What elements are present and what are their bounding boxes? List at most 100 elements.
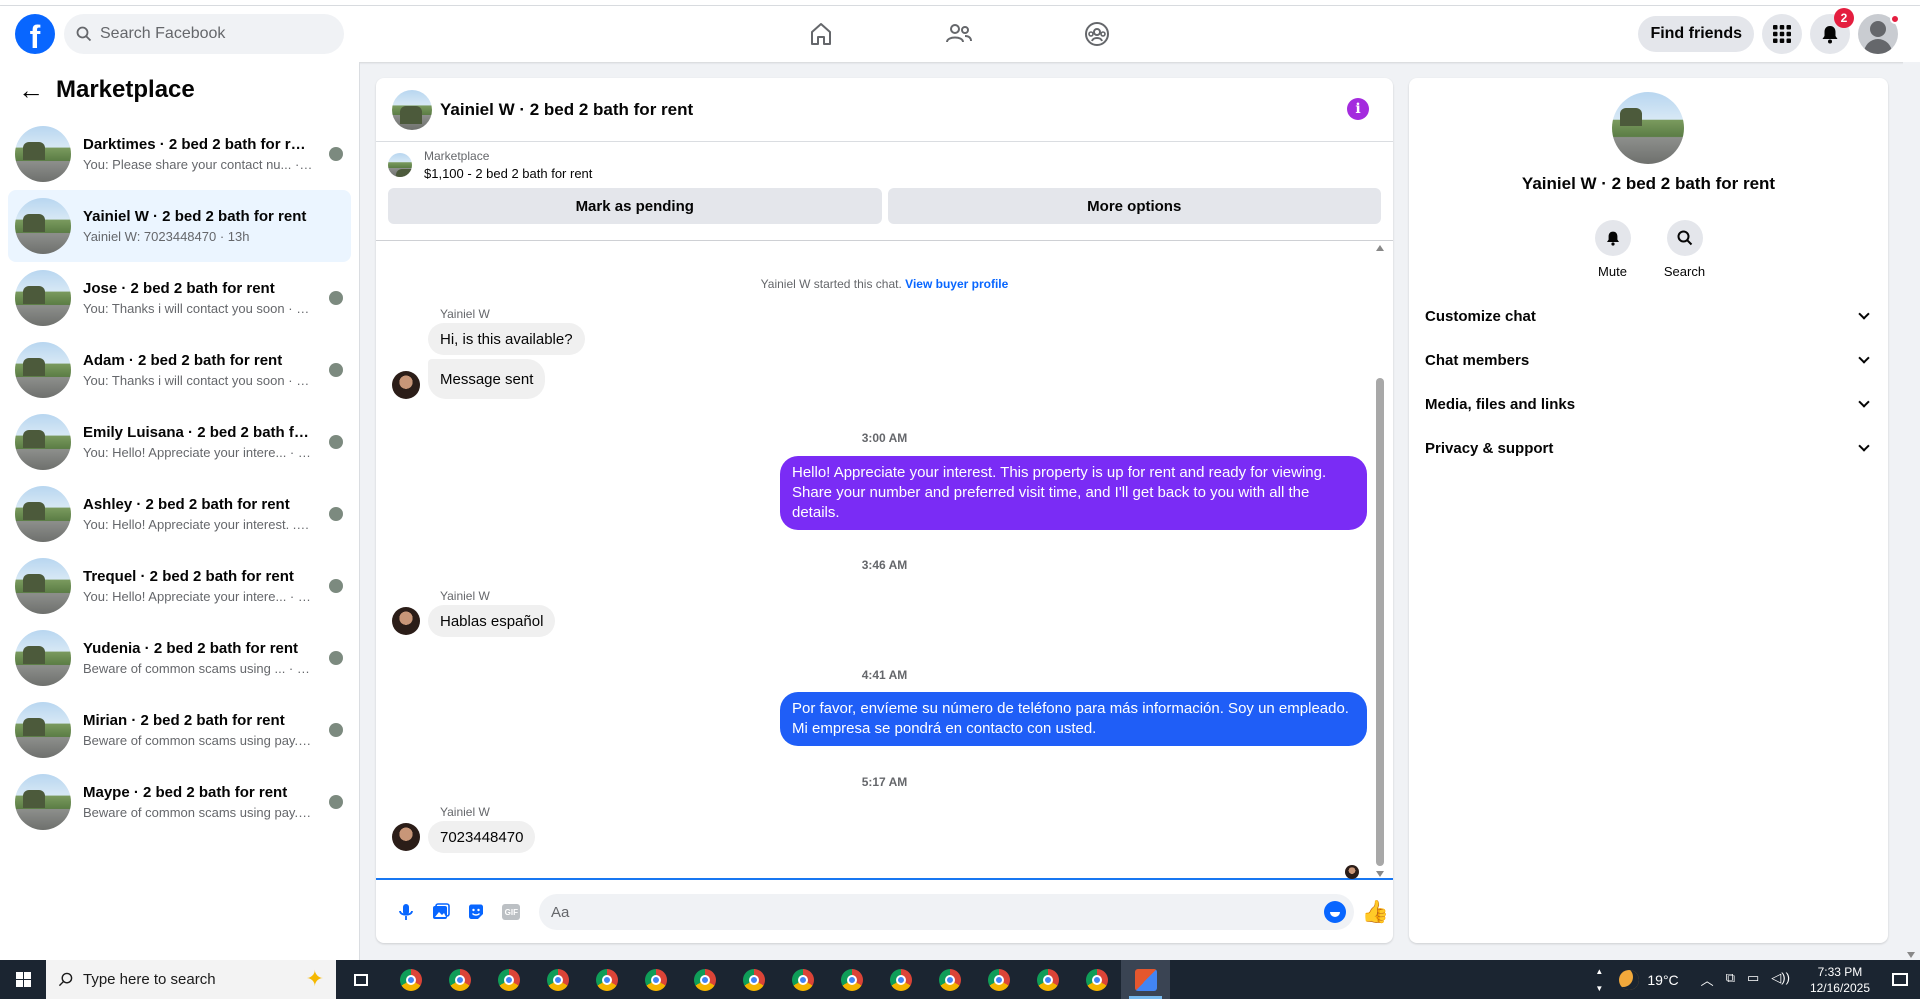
facebook-search-input[interactable] <box>100 25 320 43</box>
taskbar-chrome-window[interactable] <box>974 960 1023 999</box>
attach-photo-button[interactable] <box>423 894 458 930</box>
taskbar-chrome-window[interactable] <box>386 960 435 999</box>
facebook-search-box[interactable] <box>64 14 344 54</box>
conversation-item[interactable]: Yainiel W · 2 bed 2 bath for rent Yainiel… <box>8 190 351 262</box>
find-friends-button[interactable]: Find friends <box>1638 16 1754 52</box>
page-scroll-down-arrow-icon[interactable] <box>1907 952 1915 958</box>
sticker-button[interactable] <box>458 894 493 930</box>
taskbar-chrome-window[interactable] <box>729 960 778 999</box>
search-in-chat-button[interactable] <box>1666 220 1703 256</box>
page-scrollbar[interactable] <box>1903 62 1920 960</box>
outgoing-message[interactable]: Por favor, envíeme su número de teléfono… <box>780 692 1367 746</box>
back-arrow-icon[interactable]: ← <box>18 75 56 106</box>
taskbar-chrome-window[interactable] <box>827 960 876 999</box>
listing-summary[interactable]: Marketplace $1,100 - 2 bed 2 bath for re… <box>376 142 1393 188</box>
incoming-message[interactable]: Hablas español <box>428 605 556 637</box>
scroll-thumb[interactable] <box>1376 378 1384 866</box>
sender-avatar[interactable] <box>392 823 420 851</box>
network-icon[interactable]: ▭ <box>1747 970 1759 989</box>
taskbar-chrome-window[interactable] <box>925 960 974 999</box>
customize-chat-row[interactable]: Customize chat <box>1409 294 1888 338</box>
taskbar-clock[interactable]: 7:33 PM 12/16/2025 <box>1800 964 1880 996</box>
facebook-topbar: f Find friends 2 <box>0 6 1920 62</box>
voice-clip-button[interactable] <box>388 894 423 930</box>
nav-groups[interactable] <box>1062 10 1132 58</box>
incoming-message[interactable]: 7023448470 <box>428 821 536 853</box>
conversation-item[interactable]: Emily Luisana · 2 bed 2 bath for ... You:… <box>8 406 351 478</box>
info-house-thumbnail <box>1612 92 1684 164</box>
info-icon[interactable]: i <box>1347 98 1369 120</box>
conversation-item[interactable]: Adam · 2 bed 2 bath for rent You: Thanks … <box>8 334 351 406</box>
more-options-button[interactable]: More options <box>887 188 1381 224</box>
gif-button[interactable]: GIF <box>494 894 529 930</box>
info-listing-photo[interactable] <box>1612 92 1684 164</box>
incoming-message[interactable]: Message sent <box>428 359 546 399</box>
task-view-button[interactable] <box>336 960 386 999</box>
send-like-button[interactable]: 👍 <box>1358 894 1393 930</box>
taskbar-chrome-window[interactable] <box>582 960 631 999</box>
taskbar-chrome-window[interactable] <box>435 960 484 999</box>
taskbar-search-input[interactable] <box>83 971 263 988</box>
message-input-box[interactable] <box>538 894 1354 930</box>
show-hidden-icons-icon[interactable]: ︿ <box>1701 970 1714 989</box>
sender-avatar[interactable] <box>392 607 420 635</box>
message-thread[interactable]: Yainiel W started this chat. View buyer … <box>376 240 1393 880</box>
start-button[interactable] <box>0 960 46 999</box>
outgoing-message[interactable]: Hello! Appreciate your interest. This pr… <box>780 456 1367 530</box>
taskbar-chrome-window[interactable] <box>533 960 582 999</box>
listing-thumbnail[interactable] <box>392 89 432 130</box>
conversation-item[interactable]: Darktimes · 2 bed 2 bath for rent You: Pl… <box>8 118 351 190</box>
taskbar-chrome-window[interactable] <box>631 960 680 999</box>
conversation-text: Jose · 2 bed 2 bath for rent You: Thanks … <box>83 280 313 316</box>
conversation-item[interactable]: Maype · 2 bed 2 bath for rent Beware of c… <box>8 766 351 838</box>
taskbar-chrome-window[interactable] <box>876 960 925 999</box>
scroll-down-arrow-icon[interactable] <box>1376 871 1384 877</box>
chat-title[interactable]: Yainiel W · 2 bed 2 bath for rent <box>440 100 693 120</box>
message-input[interactable] <box>550 903 1331 921</box>
media-files-links-row[interactable]: Media, files and links <box>1409 382 1888 426</box>
conversation-item[interactable]: Trequel · 2 bed 2 bath for rent You: Hell… <box>8 550 351 622</box>
conversation-thumbnail <box>15 414 71 470</box>
info-row-label: Media, files and links <box>1425 395 1576 413</box>
emoji-icon[interactable] <box>1323 901 1346 923</box>
conversation-item[interactable]: Mirian · 2 bed 2 bath for rent Beware of … <box>8 694 351 766</box>
conversation-item[interactable]: Ashley · 2 bed 2 bath for rent You: Hello… <box>8 478 351 550</box>
incoming-message[interactable]: Hi, is this available? <box>428 323 585 355</box>
conversation-text: Darktimes · 2 bed 2 bath for rent You: Pl… <box>83 136 313 172</box>
facebook-logo[interactable]: f <box>15 14 55 54</box>
mute-button[interactable] <box>1594 220 1631 256</box>
nav-home[interactable] <box>786 10 856 58</box>
taskbar-chrome-window[interactable] <box>680 960 729 999</box>
notifications-button[interactable]: 2 <box>1810 8 1854 54</box>
conversation-thumbnail <box>15 198 71 254</box>
device-icon[interactable]: ⧉ <box>1726 970 1735 989</box>
conversation-item[interactable]: Jose · 2 bed 2 bath for rent You: Thanks … <box>8 262 351 334</box>
taskbar-chrome-window[interactable] <box>1023 960 1072 999</box>
info-menu: Customize chat Chat members Media, files… <box>1409 294 1888 470</box>
mute-action[interactable]: Mute <box>1594 220 1631 279</box>
taskbar-scroll-arrows[interactable]: ▲ ▼ <box>1591 960 1607 999</box>
taskbar-chrome-window[interactable] <box>484 960 533 999</box>
chat-panel: Yainiel W · 2 bed 2 bath for rent i Mark… <box>376 78 1393 943</box>
mark-as-pending-button[interactable]: Mark as pending <box>388 188 882 224</box>
conversation-item[interactable]: Yudenia · 2 bed 2 bath for rent Beware of… <box>8 622 351 694</box>
view-buyer-profile-link[interactable]: View buyer profile <box>905 277 1008 291</box>
taskbar-active-app[interactable] <box>1121 960 1170 999</box>
chat-members-row[interactable]: Chat members <box>1409 338 1888 382</box>
volume-icon[interactable]: ◁)) <box>1771 970 1790 989</box>
weather-widget[interactable]: 19°C <box>1607 969 1690 990</box>
scroll-up-arrow-icon[interactable] <box>1376 245 1384 251</box>
chevron-down-icon <box>1858 440 1870 452</box>
privacy-support-row[interactable]: Privacy & support <box>1409 426 1888 470</box>
chevron-down-icon <box>1858 308 1870 320</box>
conversation-thumbnail <box>15 342 71 398</box>
search-action[interactable]: Search <box>1664 220 1705 279</box>
taskbar-search-box[interactable]: ✦ <box>46 960 336 999</box>
nav-friends[interactable] <box>924 10 994 58</box>
taskbar-chrome-window[interactable] <box>778 960 827 999</box>
taskbar-chrome-window[interactable] <box>1072 960 1121 999</box>
conversation-snippet: Beware of common scams using pay... · 15… <box>83 805 313 820</box>
action-center-button[interactable] <box>1880 973 1920 986</box>
sender-avatar[interactable] <box>392 371 420 399</box>
menu-button[interactable] <box>1762 14 1802 54</box>
